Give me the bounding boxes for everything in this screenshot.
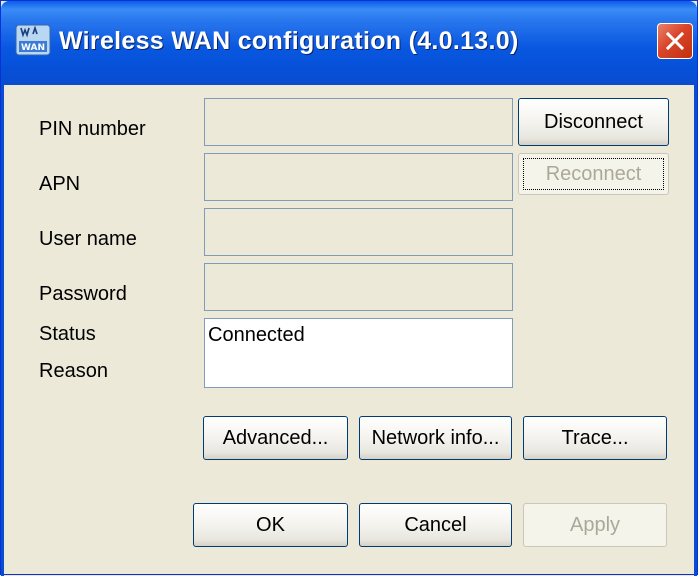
username-input[interactable] [204,208,513,256]
ok-button[interactable]: OK [193,503,348,547]
advanced-button[interactable]: Advanced... [203,416,348,460]
apn-input[interactable] [204,153,513,201]
window-title: Wireless WAN configuration (4.0.13.0) [59,27,519,55]
password-label: Password [39,283,127,305]
apply-button[interactable]: Apply [523,503,667,547]
status-value: Connected [208,324,305,346]
network-info-button[interactable]: Network info... [359,416,512,460]
status-textbox: Connected [204,318,513,388]
status-label: Status [39,323,96,345]
apn-label: APN [39,173,81,195]
pin-label: PIN number [39,118,146,140]
window-border-right [694,85,697,576]
close-button[interactable] [657,23,693,59]
window-border-left [1,85,4,576]
cancel-button[interactable]: Cancel [359,503,512,547]
title-bar[interactable]: WAN Wireless WAN configuration (4.0.13.0… [1,1,697,85]
trace-button[interactable]: Trace... [523,416,667,460]
dialog-window: WAN Wireless WAN configuration (4.0.13.0… [0,0,698,576]
wwan-app-icon: WAN [15,24,51,56]
svg-text:WAN: WAN [21,43,45,53]
close-icon [665,31,685,51]
pin-input[interactable] [204,98,513,146]
password-input[interactable] [204,263,513,311]
username-label: User name [39,228,137,250]
reason-label: Reason [39,360,108,382]
disconnect-button[interactable]: Disconnect [518,98,669,146]
reconnect-button[interactable]: Reconnect [518,153,669,195]
